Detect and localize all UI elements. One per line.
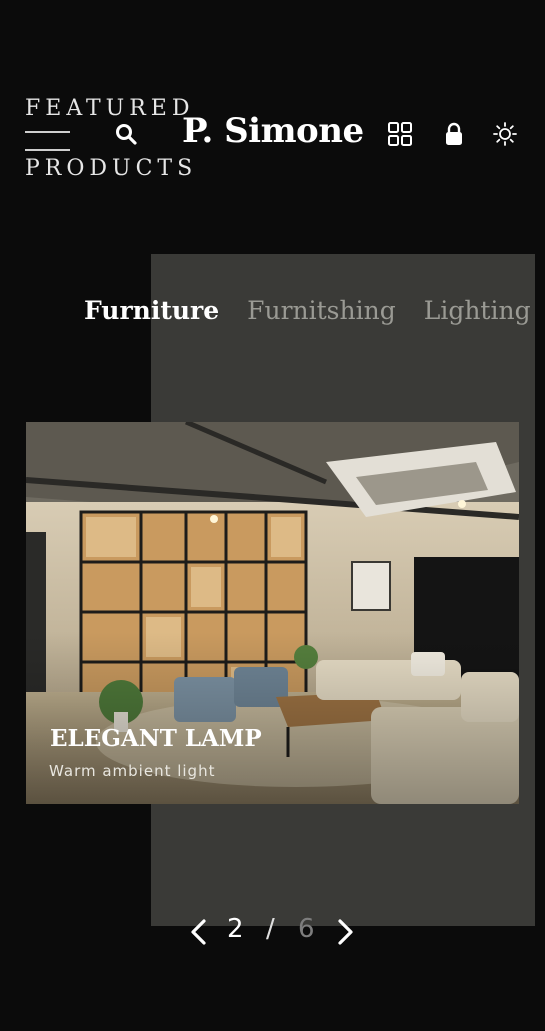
pager-total: 6 <box>298 914 315 944</box>
grid-icon[interactable] <box>386 120 414 148</box>
menu-icon[interactable] <box>25 122 70 152</box>
prev-arrow-icon[interactable] <box>188 918 210 946</box>
tab-lighting[interactable]: Lighting <box>424 296 531 325</box>
tab-furnishing[interactable]: Furnitshing <box>247 296 396 325</box>
category-tabs: Furniture Furnitshing Lighting <box>84 296 531 325</box>
slide-title: ELEGANT LAMP <box>50 725 262 752</box>
next-arrow-icon[interactable] <box>334 918 356 946</box>
section-title-line2: PRODUCTS <box>25 156 198 181</box>
brand-logo[interactable]: P. Simone <box>182 111 364 151</box>
section-title-line1: FEATURED <box>25 96 195 121</box>
bag-icon[interactable] <box>440 120 468 148</box>
pager-separator: / <box>266 914 275 944</box>
search-icon[interactable] <box>114 122 138 146</box>
sun-icon[interactable] <box>491 120 519 148</box>
pager-current: 2 <box>227 914 244 944</box>
slide-subtitle: Warm ambient light <box>49 762 216 780</box>
tab-furniture[interactable]: Furniture <box>84 296 219 325</box>
